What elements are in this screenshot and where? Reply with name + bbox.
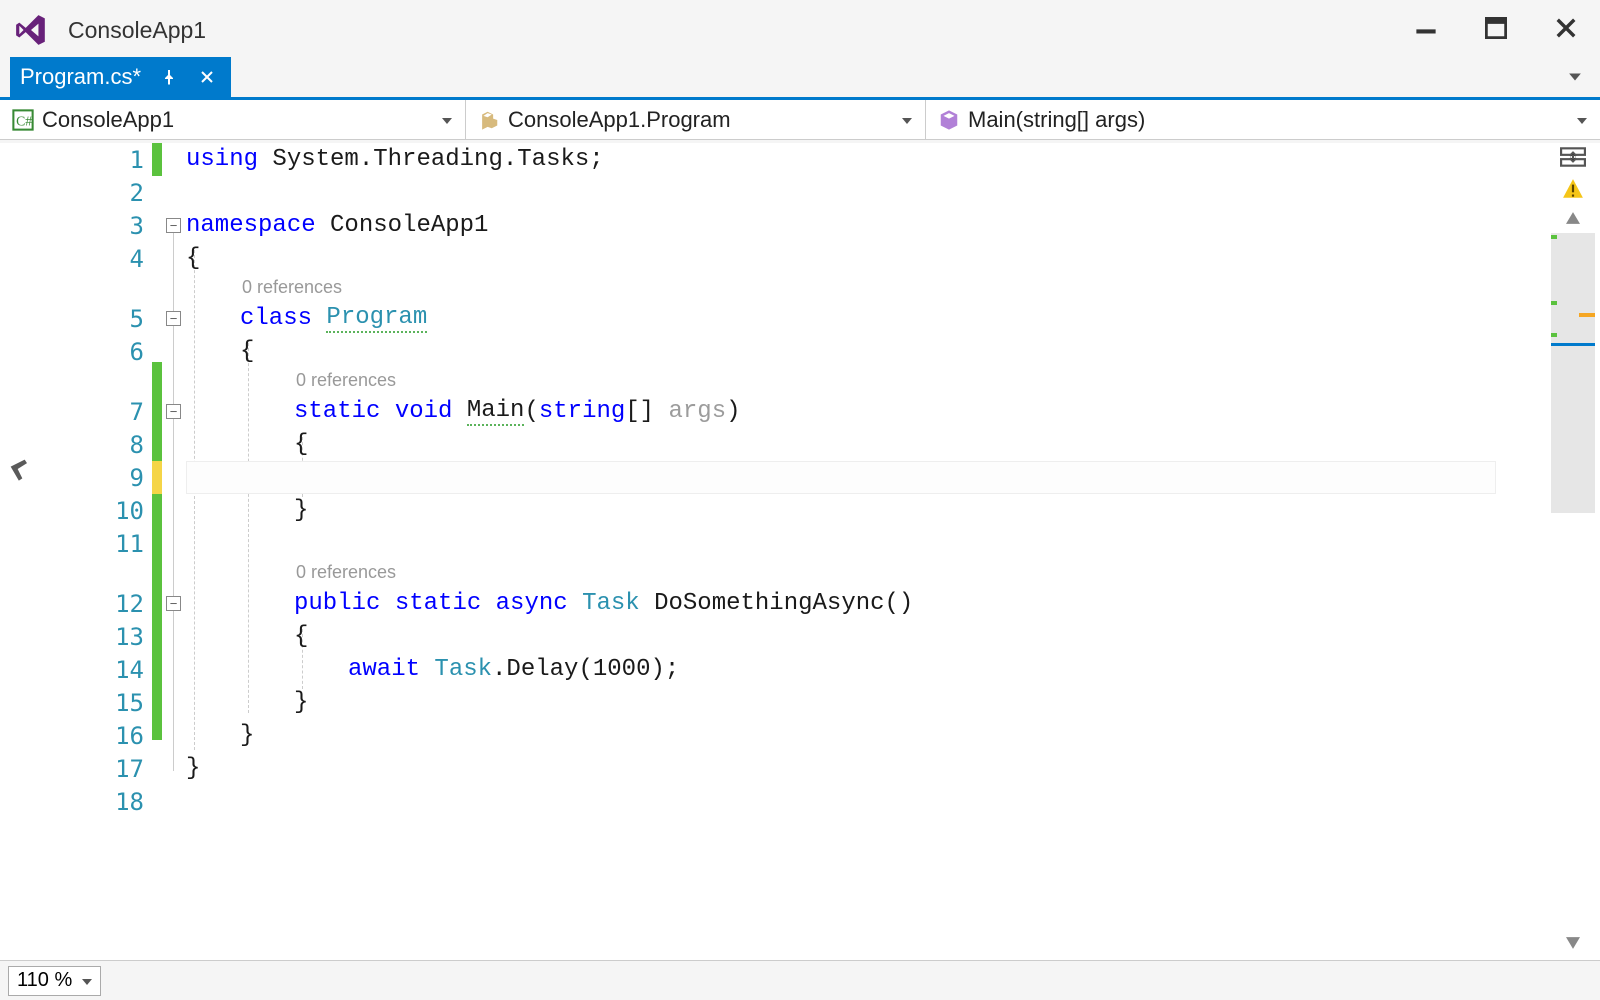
fold-toggle[interactable]: − — [166, 218, 181, 233]
code-line: } — [186, 752, 1546, 785]
app-title: ConsoleApp1 — [68, 17, 206, 44]
close-button[interactable] — [1550, 12, 1582, 44]
code-line: namespace ConsoleApp1 — [186, 209, 1546, 242]
overview-caret-mark — [1551, 343, 1595, 346]
code-line: static void Main(string[] args) — [186, 395, 1546, 428]
fold-toggle[interactable]: − — [166, 596, 181, 611]
code-line: using System.Threading.Tasks; — [186, 143, 1546, 176]
outline-column: − − − − — [162, 143, 186, 960]
tab-strip: Program.cs* — [0, 60, 1600, 100]
code-line: { — [186, 242, 1546, 275]
overview-mark — [1551, 301, 1557, 305]
line-number: 4 — [46, 242, 152, 275]
fold-toggle[interactable]: − — [166, 404, 181, 419]
nav-project-dropdown[interactable]: C# ConsoleApp1 — [0, 100, 466, 139]
scroll-down-icon[interactable] — [1566, 936, 1580, 954]
code-line: { — [186, 335, 1546, 368]
change-mark-saved — [152, 362, 162, 740]
line-number: 3 — [46, 209, 152, 242]
quick-actions-icon[interactable] — [6, 455, 34, 488]
code-editor[interactable]: 1 2 3 4 5 6 7 8 9 10 11 12 13 14 15 16 1… — [0, 143, 1600, 960]
code-line: } — [186, 686, 1546, 719]
nav-class-label: ConsoleApp1.Program — [508, 107, 731, 133]
line-number: 11 — [46, 527, 152, 560]
code-line: } — [186, 494, 1546, 527]
code-line: { — [186, 620, 1546, 653]
pin-icon[interactable] — [159, 67, 179, 87]
line-number: 12 — [46, 587, 152, 620]
warning-icon[interactable] — [1562, 178, 1584, 205]
line-number: 18 — [46, 785, 152, 818]
code-line: } — [186, 719, 1546, 752]
line-number: 10 — [46, 494, 152, 527]
line-number: 2 — [46, 176, 152, 209]
right-rail — [1546, 143, 1600, 960]
code-text-area[interactable]: using System.Threading.Tasks; namespace … — [186, 143, 1546, 960]
code-line: { — [186, 428, 1546, 461]
zoom-level-dropdown[interactable]: 110 % — [8, 966, 101, 996]
chevron-down-icon — [1576, 107, 1588, 133]
change-mark-saved — [152, 143, 162, 176]
overview-mark — [1551, 235, 1557, 239]
line-number: 17 — [46, 752, 152, 785]
change-mark-unsaved — [152, 461, 162, 494]
line-number: 8 — [46, 428, 152, 461]
csharp-project-icon: C# — [12, 109, 34, 131]
line-number: 9 — [46, 461, 152, 494]
split-window-icon[interactable] — [1560, 147, 1586, 172]
line-number-gutter: 1 2 3 4 5 6 7 8 9 10 11 12 13 14 15 16 1… — [46, 143, 152, 960]
code-line — [186, 785, 1546, 818]
nav-member-dropdown[interactable]: Main(string[] args) — [926, 100, 1600, 139]
scroll-up-icon[interactable] — [1566, 211, 1580, 229]
change-bar — [152, 143, 162, 960]
line-number: 5 — [46, 302, 152, 335]
tab-overflow-dropdown-icon[interactable] — [1568, 70, 1582, 89]
title-bar: ConsoleApp1 — [0, 0, 1600, 60]
nav-bar: C# ConsoleApp1 ConsoleApp1.Program Main(… — [0, 100, 1600, 140]
codelens-references[interactable]: 0 references — [242, 277, 342, 298]
class-icon — [478, 109, 500, 131]
codelens-references[interactable]: 0 references — [296, 370, 396, 391]
code-line — [186, 461, 1546, 494]
overview-mark — [1579, 313, 1595, 317]
chevron-down-icon — [441, 107, 453, 133]
code-line — [186, 527, 1546, 560]
code-line: class Program — [186, 302, 1546, 335]
window-controls — [1410, 12, 1582, 44]
minimize-button[interactable] — [1410, 12, 1442, 44]
line-number: 13 — [46, 620, 152, 653]
zoom-level-label: 110 % — [17, 969, 72, 992]
line-number: 7 — [46, 395, 152, 428]
nav-class-dropdown[interactable]: ConsoleApp1.Program — [466, 100, 926, 139]
chevron-down-icon — [901, 107, 913, 133]
code-line — [186, 176, 1546, 209]
maximize-button[interactable] — [1480, 12, 1512, 44]
document-tab[interactable]: Program.cs* — [10, 57, 231, 97]
line-number: 1 — [46, 143, 152, 176]
code-line: public static async Task DoSomethingAsyn… — [186, 587, 1546, 620]
nav-project-label: ConsoleApp1 — [42, 107, 174, 133]
indicator-margin — [0, 143, 46, 960]
close-tab-icon[interactable] — [197, 67, 217, 87]
fold-toggle[interactable]: − — [166, 311, 181, 326]
line-number: 14 — [46, 653, 152, 686]
svg-text:C#: C# — [16, 113, 32, 128]
overview-ruler[interactable] — [1551, 233, 1595, 513]
tab-label: Program.cs* — [20, 64, 141, 90]
line-number: 15 — [46, 686, 152, 719]
nav-member-label: Main(string[] args) — [968, 107, 1145, 133]
line-number: 6 — [46, 335, 152, 368]
method-icon — [938, 109, 960, 131]
vs-logo-icon — [14, 13, 48, 47]
codelens-references[interactable]: 0 references — [296, 562, 396, 583]
line-number: 16 — [46, 719, 152, 752]
overview-mark — [1551, 333, 1557, 337]
status-bar: 110 % — [0, 960, 1600, 1000]
code-line: await Task.Delay(1000); — [186, 653, 1546, 686]
